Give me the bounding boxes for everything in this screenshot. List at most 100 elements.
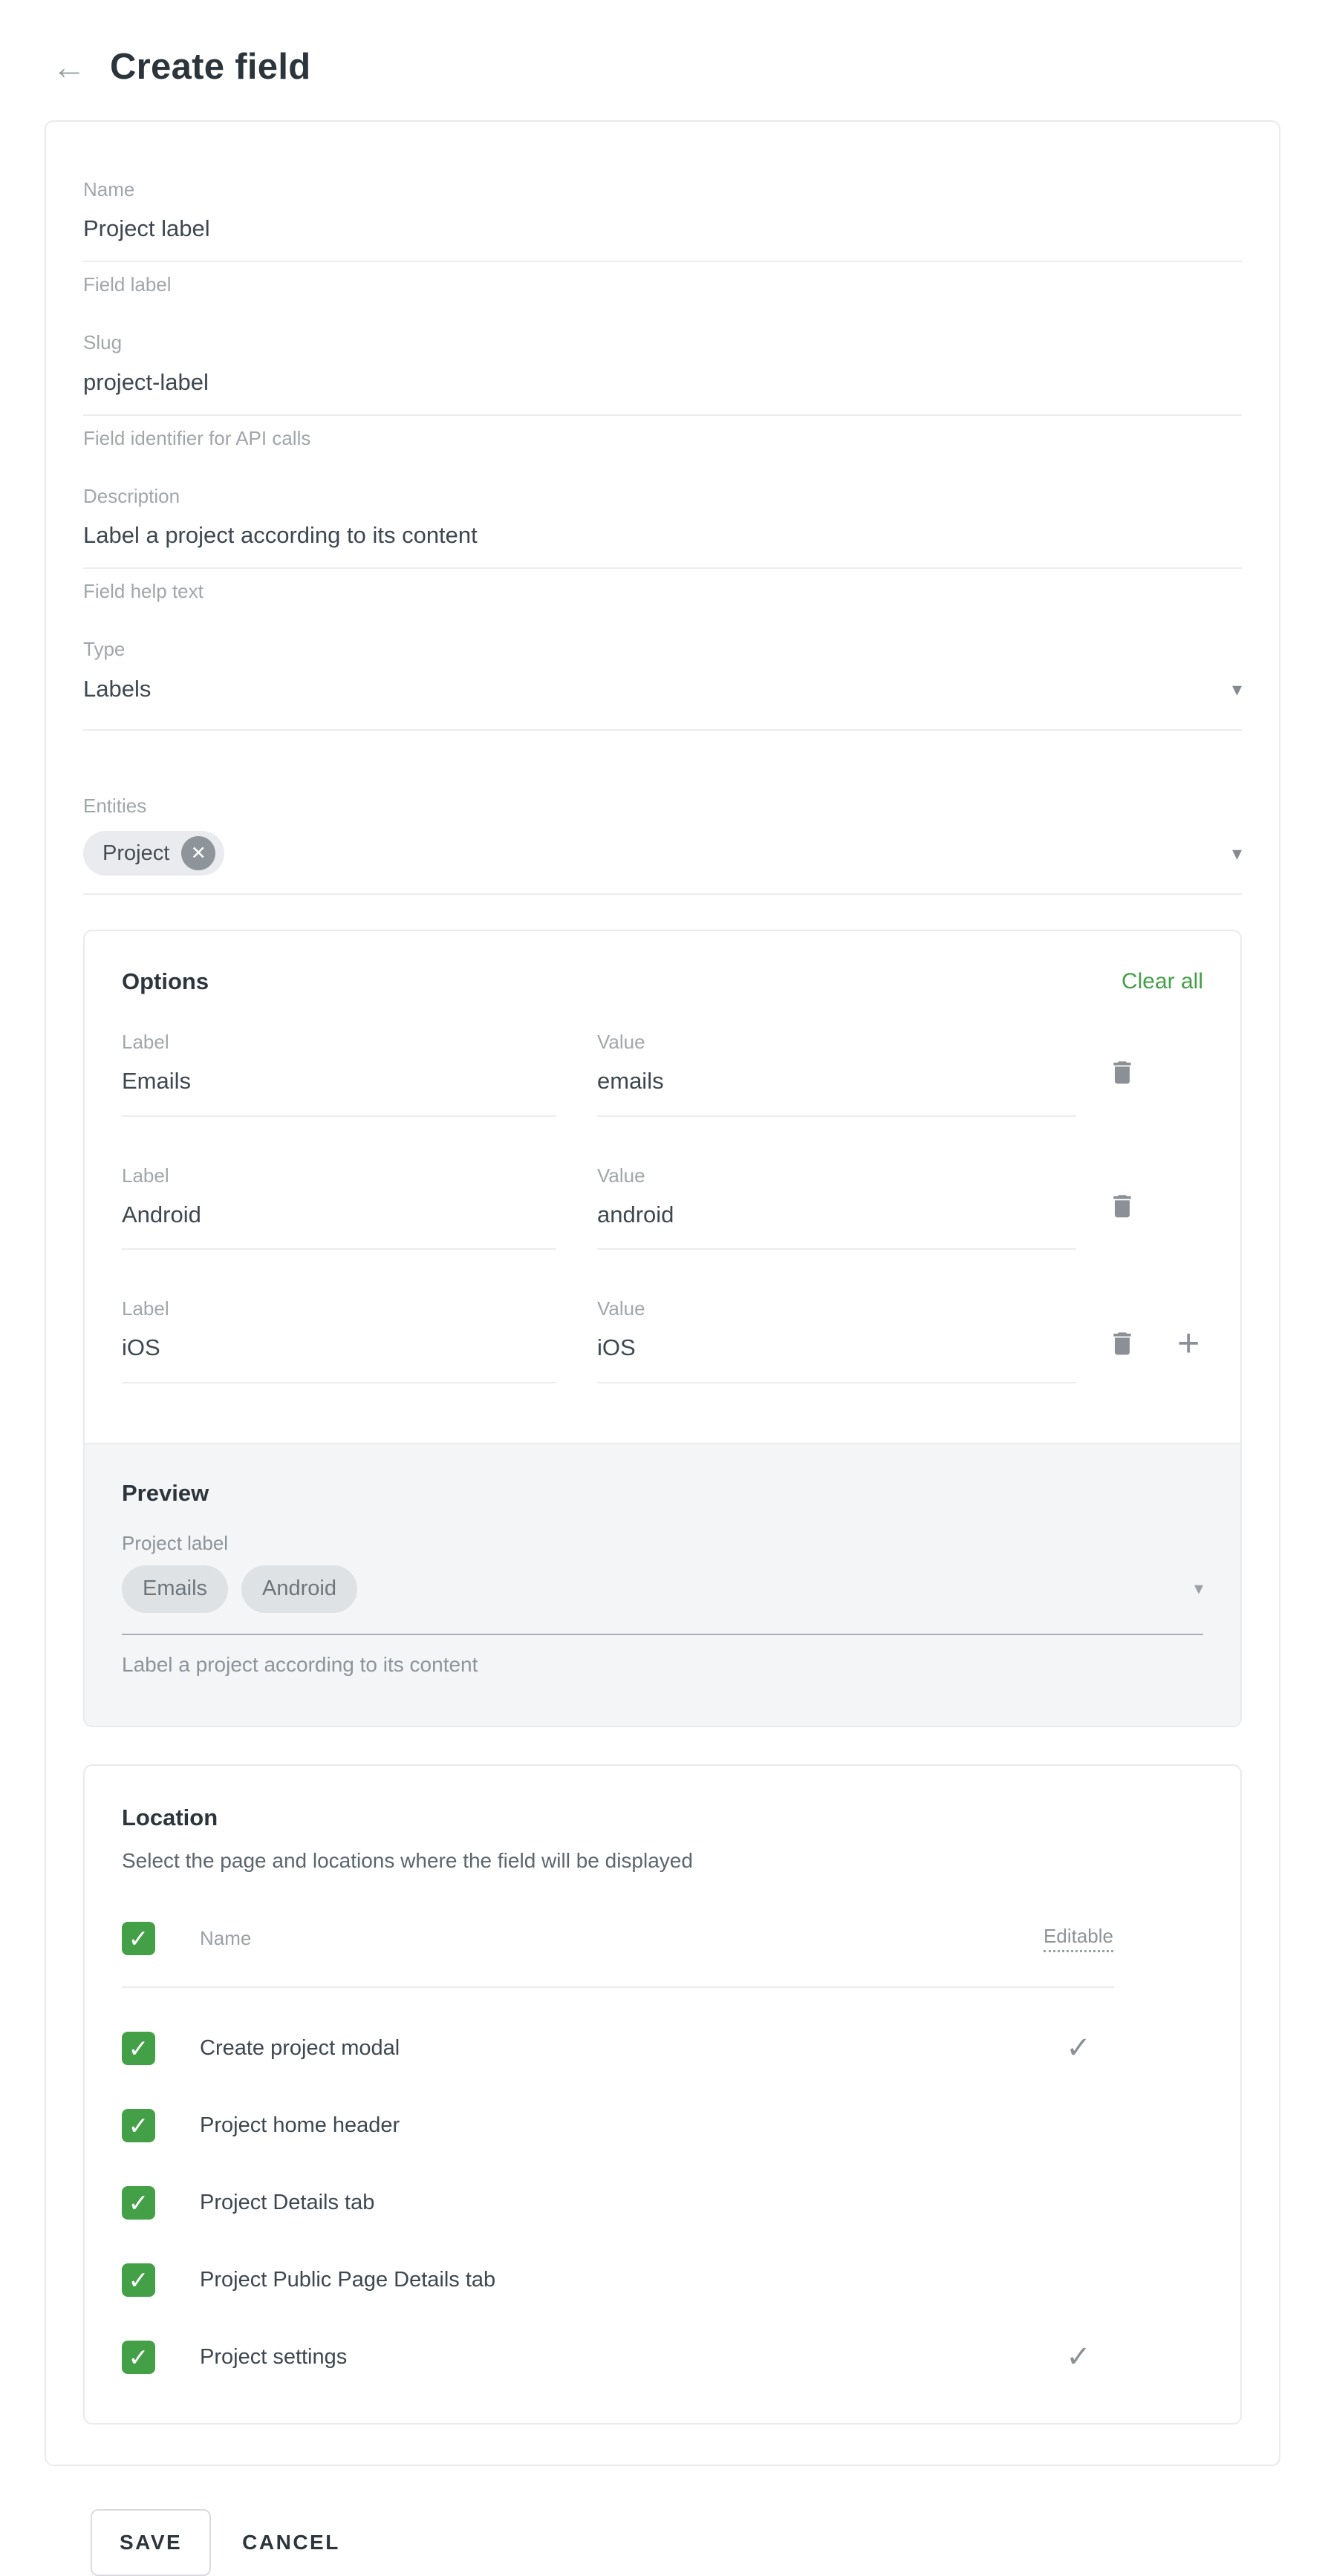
option-value-input[interactable]: emails [597, 1066, 1076, 1096]
input-underline [83, 567, 1242, 569]
entity-chip-label: Project [102, 841, 169, 866]
preview-select: Emails Android ▾ [122, 1565, 1203, 1613]
location-row-name: Project settings [200, 2345, 1043, 2370]
chevron-down-icon[interactable]: ▾ [1232, 679, 1242, 699]
name-field-group: Name Project label Field label [83, 178, 1242, 296]
entities-select-group: Entities Project ✕ ▾ [83, 795, 1242, 895]
options-section: Options Clear all Label Emails Value ema… [85, 931, 1240, 1442]
input-underline [597, 1382, 1076, 1383]
option-value-header: Value [597, 1031, 1076, 1054]
name-field-helper: Field label [83, 273, 1242, 296]
input-underline [83, 261, 1242, 262]
location-row: ✓ Project Details tab ✓ [122, 2186, 1114, 2220]
row-checkbox[interactable]: ✓ [122, 2032, 155, 2065]
options-header: Options Clear all [122, 968, 1203, 995]
trash-icon[interactable] [1107, 1328, 1137, 1358]
entities-chips: Project ✕ [83, 831, 224, 875]
option-label-col: Label Android [122, 1164, 556, 1250]
option-label-header: Label [122, 1297, 556, 1320]
back-arrow-icon[interactable]: ← [52, 50, 86, 84]
create-field-card: Name Project label Field label Slug proj… [45, 120, 1280, 2466]
preview-title: Preview [122, 1480, 1203, 1507]
save-button[interactable]: SAVE [91, 2509, 211, 2576]
add-option-icon[interactable]: + [1177, 1324, 1199, 1363]
description-field-helper: Field help text [83, 580, 1242, 603]
location-row: ✓ Project settings ✓ [122, 2341, 1114, 2374]
page-header: ← Create field [52, 46, 1280, 88]
preview-field-label: Project label [122, 1532, 1203, 1555]
preview-chips: Emails Android [122, 1565, 357, 1613]
row-checkbox[interactable]: ✓ [122, 2109, 155, 2142]
type-select-group: Type Labels ▾ [83, 638, 1242, 730]
option-value-input[interactable]: iOS [597, 1333, 1076, 1363]
preview-chip: Android [241, 1565, 357, 1613]
input-underline [83, 729, 1242, 731]
page-title: Create field [110, 46, 310, 88]
cancel-button[interactable]: CANCEL [242, 2531, 340, 2554]
slug-field-helper: Field identifier for API calls [83, 427, 1242, 450]
chip-close-icon[interactable]: ✕ [181, 836, 215, 870]
location-row-name: Create project modal [200, 2036, 1043, 2061]
name-field-label: Name [83, 178, 1242, 201]
option-label-col: Label iOS [122, 1297, 556, 1383]
entities-select[interactable]: Project ✕ ▾ [83, 831, 1242, 875]
location-row: ✓ Project Public Page Details tab ✓ [122, 2263, 1114, 2297]
chevron-down-icon[interactable]: ▾ [1232, 844, 1242, 863]
preview-chip: Emails [122, 1565, 228, 1613]
option-label-input[interactable]: Android [122, 1200, 556, 1230]
option-label-col: Label Emails [122, 1031, 556, 1116]
option-value-input[interactable]: android [597, 1200, 1076, 1230]
location-row: ✓ Create project modal ✓ [122, 2032, 1114, 2065]
location-table: ✓ Name Editable ✓ Create project modal ✓… [122, 1922, 1114, 2374]
location-subtitle: Select the page and locations where the … [122, 1849, 1203, 1873]
option-label-input[interactable]: Emails [122, 1066, 556, 1096]
options-preview-panel: Options Clear all Label Emails Value ema… [83, 930, 1242, 1726]
trash-icon[interactable] [1107, 1191, 1137, 1221]
input-underline [122, 1382, 556, 1383]
input-underline [597, 1115, 1076, 1117]
row-checkbox[interactable]: ✓ [122, 2186, 155, 2220]
trash-icon[interactable] [1107, 1057, 1137, 1087]
option-label-header: Label [122, 1031, 556, 1054]
editable-check-icon: ✓ [1066, 2342, 1091, 2372]
location-row-name: Project Public Page Details tab [200, 2268, 1043, 2292]
slug-input[interactable]: project-label [83, 368, 1242, 397]
name-input[interactable]: Project label [83, 214, 1242, 244]
option-value-col: Value iOS [597, 1297, 1076, 1383]
location-row-name: Project Details tab [200, 2191, 1043, 2215]
option-row: Label iOS Value iOS + [122, 1297, 1203, 1383]
option-label-header: Label [122, 1164, 556, 1187]
location-row-name: Project home header [200, 2113, 1043, 2138]
entity-chip: Project ✕ [83, 831, 224, 875]
preview-section: Preview Project label Emails Android ▾ L… [85, 1443, 1240, 1726]
input-underline [122, 1248, 556, 1250]
row-checkbox[interactable]: ✓ [122, 2263, 155, 2297]
create-field-page: ← Create field Name Project label Field … [0, 0, 1325, 2576]
input-underline [83, 893, 1242, 895]
select-all-checkbox[interactable]: ✓ [122, 1922, 155, 1955]
editable-check-icon: ✓ [1066, 2033, 1091, 2063]
location-table-header: ✓ Name Editable [122, 1922, 1114, 1955]
form-actions: SAVE CANCEL [91, 2509, 1280, 2576]
slug-field-label: Slug [83, 331, 1242, 354]
editable-column-header: Editable [1044, 1925, 1113, 1952]
type-select[interactable]: Labels ▾ [83, 674, 1242, 704]
input-underline [597, 1248, 1076, 1250]
location-row: ✓ Project home header ✓ [122, 2109, 1114, 2142]
input-underline [122, 1115, 556, 1117]
description-input[interactable]: Label a project according to its content [83, 521, 1242, 550]
option-label-input[interactable]: iOS [122, 1333, 556, 1363]
option-row-actions [1107, 1191, 1137, 1221]
name-column-header: Name [200, 1927, 1043, 1950]
preview-underline [122, 1634, 1203, 1635]
option-value-col: Value android [597, 1164, 1076, 1250]
option-row-actions: + [1107, 1324, 1199, 1363]
option-row: Label Emails Value emails [122, 1031, 1203, 1116]
entities-field-label: Entities [83, 795, 1242, 818]
location-title: Location [122, 1804, 1203, 1831]
clear-all-button[interactable]: Clear all [1121, 969, 1203, 994]
row-checkbox[interactable]: ✓ [122, 2341, 155, 2374]
preview-helper: Label a project according to its content [122, 1653, 1203, 1677]
option-row-actions [1107, 1057, 1137, 1087]
option-value-header: Value [597, 1297, 1076, 1320]
